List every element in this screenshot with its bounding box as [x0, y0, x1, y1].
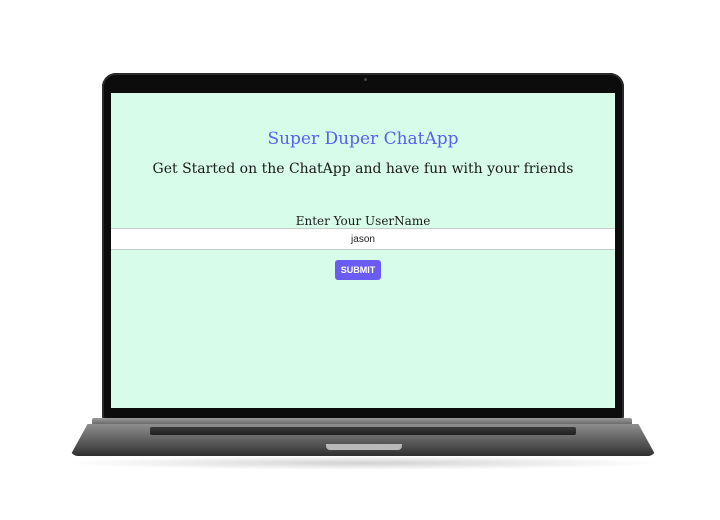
chat-app-screen: Super Duper ChatApp Get Started on the C… — [111, 93, 615, 408]
app-subtitle: Get Started on the ChatApp and have fun … — [152, 161, 574, 177]
keyboard-edge — [150, 427, 576, 435]
webcam-dot — [364, 78, 367, 81]
username-label: Enter Your UserName — [295, 214, 431, 228]
laptop-shadow — [60, 456, 666, 470]
submit-button[interactable]: SUBMIT — [335, 260, 381, 280]
username-input[interactable] — [111, 228, 615, 250]
app-title: Super Duper ChatApp — [267, 129, 459, 149]
lid-opening-notch — [326, 444, 402, 450]
laptop-mockup: Super Duper ChatApp Get Started on the C… — [0, 0, 720, 520]
